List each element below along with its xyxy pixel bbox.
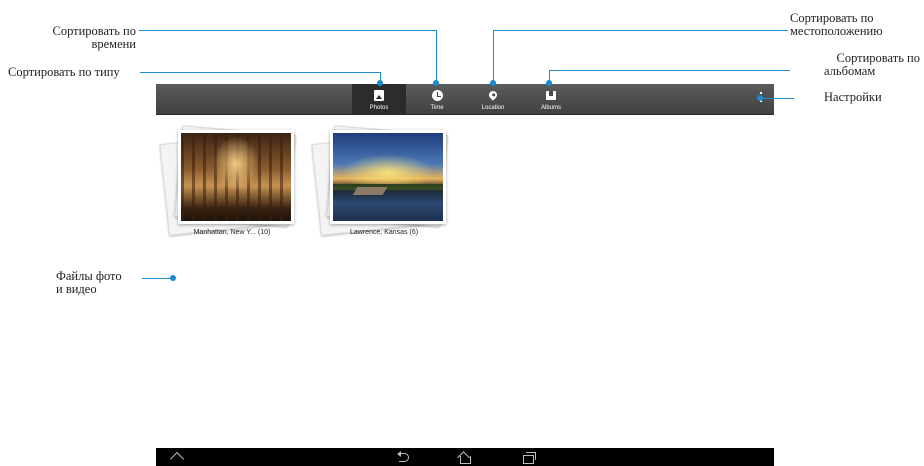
navigation-bar — [156, 448, 774, 466]
callout-files: Файлы фото и видео — [56, 270, 144, 296]
callout-dot — [433, 80, 439, 86]
lake-photo — [333, 133, 443, 221]
clock-icon — [431, 90, 443, 101]
callout-settings: Настройки — [824, 90, 882, 104]
callout-sort-time: Сортировать по времени — [10, 25, 136, 51]
album-caption: Manhattan, New Y... (10) — [193, 229, 271, 236]
tab-time[interactable]: Time — [410, 84, 464, 114]
photos-icon — [374, 90, 384, 101]
album-thumbnail-stack — [158, 124, 296, 236]
tab-location[interactable]: Location — [466, 84, 520, 114]
callout-line — [493, 30, 494, 82]
action-bar: Photos Time Location Albums — [156, 84, 774, 115]
recent-apps-icon[interactable] — [521, 450, 537, 464]
callout-text: и видео — [56, 282, 97, 296]
callout-line — [549, 70, 790, 71]
callout-text: местоположению — [790, 24, 883, 38]
callout-line — [139, 30, 436, 31]
callout-sort-type: Сортировать по типу — [8, 65, 120, 79]
callout-line — [140, 72, 380, 73]
tab-photos-label: Photos — [369, 105, 389, 111]
album-cover-photo — [178, 130, 294, 224]
callout-line — [493, 30, 788, 31]
cathedral-photo — [181, 133, 291, 221]
tab-albums[interactable]: Albums — [524, 84, 578, 114]
callout-dot — [757, 95, 763, 101]
callout-dot — [490, 80, 496, 86]
home-icon[interactable] — [457, 450, 473, 464]
album-thumbnail-stack — [310, 124, 448, 236]
album-lawrence[interactable]: Lawrence, Kansas (6) — [310, 124, 450, 236]
tab-photos[interactable]: Photos — [352, 84, 406, 114]
callout-text: альбомам — [824, 64, 876, 78]
callout-sort-location: Сортировать по местоположению — [790, 12, 920, 38]
callout-sort-albums: Сортировать по альбомам — [794, 52, 920, 78]
album-manhattan[interactable]: Manhattan, New Y... (10) — [158, 124, 298, 236]
callout-line — [760, 98, 794, 99]
tab-albums-label: Albums — [540, 105, 561, 111]
callout-dot — [377, 80, 383, 86]
callout-line — [436, 30, 437, 82]
callout-line — [142, 278, 172, 279]
callout-text: времени — [91, 37, 136, 51]
tab-time-label: Time — [430, 105, 444, 111]
albums-icon — [546, 91, 556, 100]
album-cover-photo — [330, 130, 446, 224]
callout-dot — [546, 80, 552, 86]
location-pin-icon — [487, 89, 499, 101]
album-caption: Lawrence, Kansas (6) — [349, 229, 419, 236]
back-icon[interactable] — [396, 450, 412, 464]
tab-location-label: Location — [481, 105, 505, 111]
callout-dot — [170, 275, 176, 281]
chevron-up-icon[interactable] — [170, 450, 186, 464]
